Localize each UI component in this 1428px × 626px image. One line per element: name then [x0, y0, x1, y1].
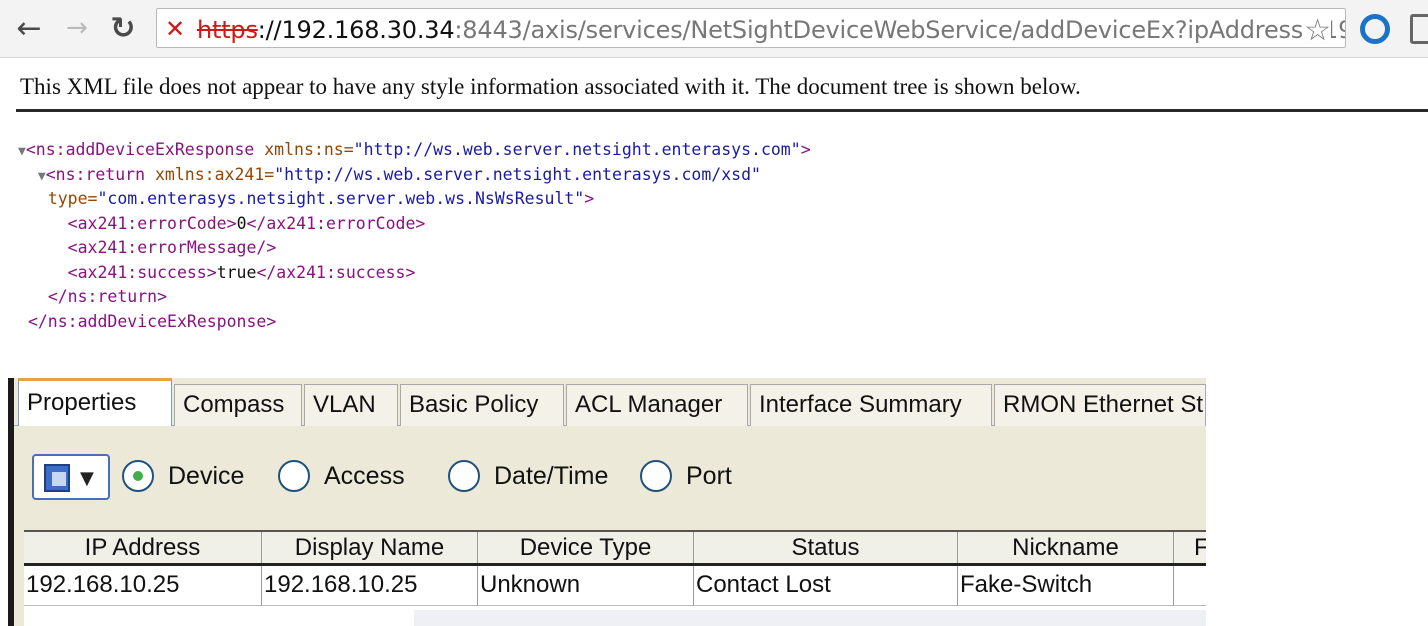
menu-icon[interactable]: [1410, 14, 1428, 44]
reload-icon[interactable]: ↻: [106, 11, 140, 46]
netsight-properties-panel: Properties Compass VLAN Basic Policy ACL…: [8, 378, 1206, 626]
radio-circle[interactable]: [278, 460, 310, 492]
radio-circle[interactable]: [448, 460, 480, 492]
url-host: ://192.168.30.34: [257, 16, 455, 44]
table-header: IP Address Display Name Device Type Stat…: [24, 530, 1206, 566]
radio-label: Device: [168, 461, 245, 490]
device-table: IP Address Display Name Device Type Stat…: [24, 530, 1206, 626]
xml-attr-value: "http://ws.web.server.netsight.enterasys…: [353, 140, 801, 159]
radio-label: Port: [686, 461, 732, 490]
xml-line: ▼<ns:return xmlns:ax241="http://ws.web.s…: [18, 163, 811, 188]
radio-circle[interactable]: [122, 460, 154, 492]
document-menu-button[interactable]: ▼: [32, 454, 110, 500]
chevron-down-icon: ▼: [80, 468, 94, 489]
collapse-triangle-icon[interactable]: ▼: [18, 144, 26, 159]
tab-acl-manager[interactable]: ACL Manager: [566, 384, 748, 426]
tab-interface-summary[interactable]: Interface Summary: [750, 384, 992, 426]
xml-attr: xmlns:ax241=: [145, 164, 275, 184]
radio-access[interactable]: Access: [278, 460, 405, 492]
tab-strip: Properties Compass VLAN Basic Policy ACL…: [14, 378, 1206, 427]
extension-icon[interactable]: [1360, 14, 1390, 44]
tab-vlan[interactable]: VLAN: [304, 384, 398, 426]
radio-circle[interactable]: [640, 460, 672, 492]
xml-line: </ns:addDeviceExResponse>: [18, 310, 811, 335]
url-text[interactable]: https://192.168.30.34:8443/axis/services…: [197, 16, 1346, 44]
xml-tag: </ns:return>: [47, 287, 168, 306]
cell-ip-address: 192.168.10.25: [24, 566, 262, 605]
xml-text: 0: [236, 213, 247, 233]
cell-status: Contact Lost: [694, 566, 958, 605]
xml-tree: ▼<ns:addDeviceExResponse xmlns:ns="http:…: [18, 138, 811, 334]
back-arrow-icon[interactable]: ←: [12, 11, 46, 46]
cell-display-name: 192.168.10.25: [262, 566, 478, 605]
browser-toolbar: ← → ↻ ✕ https://192.168.30.34:8443/axis/…: [0, 0, 1428, 58]
xml-tag: >: [584, 189, 595, 208]
xml-tag: </ns:addDeviceExResponse>: [27, 311, 277, 331]
table-row[interactable]: 192.168.10.25 192.168.10.25 Unknown Cont…: [24, 566, 1206, 606]
xml-line: <ax241:errorMessage/>: [18, 236, 811, 261]
properties-panel: ▼ Device Access Date/Time Port IP Addres…: [14, 426, 1206, 626]
xml-line: type="com.enterasys.netsight.server.web.…: [18, 187, 811, 212]
divider: [16, 109, 1428, 112]
column-header-device-type[interactable]: Device Type: [478, 532, 694, 563]
address-bar[interactable]: ✕ https://192.168.30.34:8443/axis/servic…: [156, 8, 1346, 48]
column-header-status[interactable]: Status: [694, 532, 958, 563]
collapse-triangle-icon[interactable]: ▼: [38, 169, 46, 184]
xml-style-notice: This XML file does not appear to have an…: [20, 74, 1081, 99]
xml-tag: <ns:return: [45, 164, 146, 184]
xml-tag: </ax241:success>: [256, 262, 416, 282]
column-header-ip-address[interactable]: IP Address: [24, 532, 262, 563]
xml-attr: xmlns:ns=: [254, 140, 354, 159]
document-icon: [44, 464, 70, 492]
cell-nickname: Fake-Switch: [958, 566, 1174, 605]
forward-arrow-icon[interactable]: →: [60, 11, 94, 45]
xml-line: <ax241:success>true</ax241:success>: [18, 261, 811, 286]
xml-tag: >: [800, 140, 811, 159]
tab-compass[interactable]: Compass: [174, 384, 302, 426]
url-scheme: https: [197, 16, 258, 44]
tab-properties[interactable]: Properties: [18, 378, 172, 427]
column-header-nickname[interactable]: Nickname: [958, 532, 1174, 563]
radio-label: Date/Time: [494, 461, 609, 490]
xml-attr-value: "com.enterasys.netsight.server.web.ws.Ns…: [97, 189, 585, 208]
column-header-truncated[interactable]: F: [1174, 532, 1206, 563]
radio-date-time[interactable]: Date/Time: [448, 460, 608, 492]
column-header-display-name[interactable]: Display Name: [262, 532, 478, 563]
radio-port[interactable]: Port: [640, 460, 732, 492]
xml-tag: <ax241:errorMessage/>: [67, 238, 277, 257]
view-options: ▼ Device Access Date/Time Port: [14, 426, 1206, 530]
xml-tag: <ax241:success>: [67, 262, 217, 282]
xml-attr: type=: [47, 189, 98, 208]
radio-label: Access: [324, 461, 405, 490]
url-path: :8443/axis/services/NetSightDeviceWebSer…: [454, 16, 1346, 44]
radio-device[interactable]: Device: [122, 460, 244, 492]
xml-line: ▼<ns:addDeviceExResponse xmlns:ns="http:…: [18, 138, 811, 163]
xml-attr-value: "http://ws.web.server.netsight.enterasys…: [274, 164, 761, 184]
xml-tag: </ax241:errorCode>: [246, 213, 426, 233]
xml-line: <ax241:errorCode>0</ax241:errorCode>: [18, 212, 811, 237]
cell-truncated: [1174, 566, 1206, 605]
xml-text: true: [216, 262, 257, 282]
xml-line: </ns:return>: [18, 285, 811, 310]
xml-tag: <ns:addDeviceExResponse: [25, 140, 255, 159]
insecure-lock-icon[interactable]: ✕: [165, 15, 185, 43]
xml-tag: <ax241:errorCode>: [67, 213, 237, 233]
cell-device-type: Unknown: [478, 566, 694, 605]
tab-basic-policy[interactable]: Basic Policy: [400, 384, 564, 426]
tab-rmon-ethernet[interactable]: RMON Ethernet St: [994, 384, 1206, 426]
star-icon[interactable]: ☆: [1304, 13, 1331, 47]
horizontal-scrollbar[interactable]: [414, 610, 1206, 626]
